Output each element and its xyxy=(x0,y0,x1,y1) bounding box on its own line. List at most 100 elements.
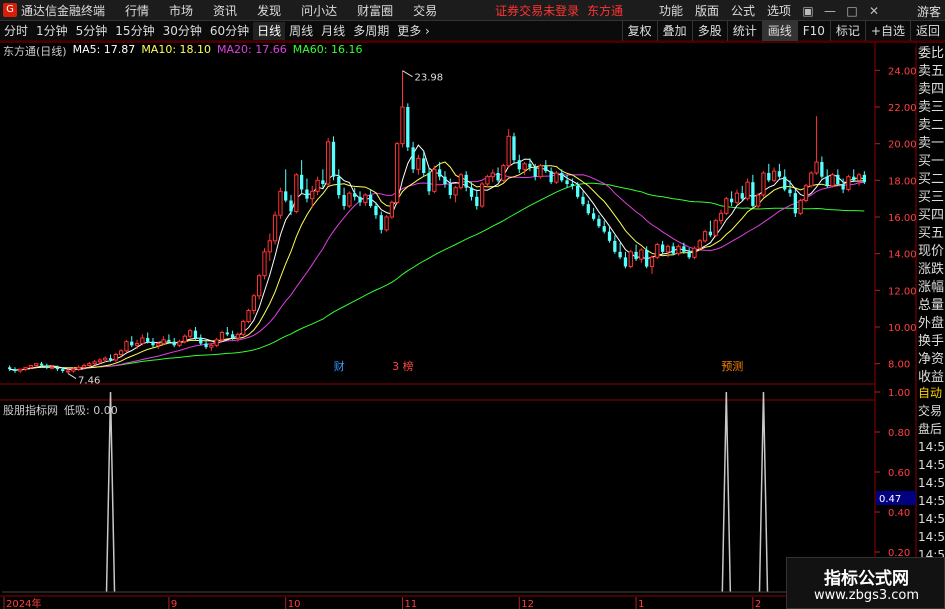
candle-body xyxy=(310,190,315,200)
side-trade-item[interactable]: 交易 xyxy=(918,402,945,420)
candle xyxy=(337,169,341,199)
price-tick-label: 24.00 xyxy=(888,66,917,77)
candle xyxy=(581,191,585,206)
event-marker: 预测 xyxy=(721,360,743,373)
event-marker: 3 榜 xyxy=(392,359,414,373)
high-label: 23.98 xyxy=(414,73,443,84)
candle xyxy=(628,250,633,269)
candle-body xyxy=(379,215,383,230)
candle-body xyxy=(326,141,331,185)
watermark-url: www.zbgs3.com xyxy=(813,588,920,603)
candle-body xyxy=(214,339,219,346)
candle xyxy=(809,171,814,188)
signal-spike xyxy=(758,391,769,593)
candle xyxy=(76,365,81,371)
price-tick-label: 12.00 xyxy=(888,286,917,297)
side-quote-item[interactable]: 现价 xyxy=(918,243,945,261)
side-quote-item[interactable]: 净资 xyxy=(918,351,945,369)
side-quote-item[interactable]: 买三 xyxy=(918,189,945,207)
side-quote-item[interactable]: 总量 xyxy=(918,297,945,315)
candle-body xyxy=(267,240,272,253)
side-quote-item[interactable]: 卖五 xyxy=(918,63,945,81)
candle-body xyxy=(522,163,527,170)
candle-body xyxy=(182,335,187,343)
candle-body xyxy=(729,198,734,203)
candle-body xyxy=(61,369,65,371)
candle-body xyxy=(623,257,628,267)
candle-body xyxy=(655,244,660,258)
candle-body xyxy=(469,187,474,197)
candle-body xyxy=(852,176,856,181)
candle-body xyxy=(427,173,431,192)
candle-body xyxy=(692,247,697,258)
side-quote-item[interactable]: 买二 xyxy=(918,171,945,189)
quote-side-panel: 委比 卖五 卖四 卖三 卖二 卖一 买一 买二 买三 买四 买五 现价 涨跌 涨幅 总量 外盘 换手 净资 收益 xyxy=(918,45,945,387)
candle-body xyxy=(55,367,60,370)
candle-body xyxy=(788,189,792,194)
side-quote-item[interactable]: 买四 xyxy=(918,207,945,225)
candle-body xyxy=(284,191,288,201)
candle xyxy=(406,103,410,151)
candle-body xyxy=(246,310,251,322)
candle xyxy=(193,327,198,340)
candle xyxy=(225,327,229,337)
candle-body xyxy=(204,343,208,348)
candle-body xyxy=(251,295,256,312)
side-quote-item[interactable]: 卖二 xyxy=(918,117,945,135)
candle-body xyxy=(485,176,490,185)
candle xyxy=(18,368,23,373)
indicator-name[interactable]: 股朋指标网 xyxy=(3,402,58,417)
candle-body xyxy=(18,368,23,372)
chart-canvas[interactable]: 24.0022.0020.0018.0016.0014.0012.0010.00… xyxy=(0,0,945,609)
candle-body xyxy=(411,147,415,170)
side-trade-item: 14:56 xyxy=(918,476,945,490)
candle xyxy=(363,193,368,206)
candle-body xyxy=(671,246,675,254)
side-trade-item[interactable]: 盘后 xyxy=(918,420,945,438)
ma5-line xyxy=(9,144,865,371)
candle-body xyxy=(803,185,809,201)
candle-body xyxy=(814,161,819,174)
candle-body xyxy=(167,339,171,342)
side-trade-item: 14:56 xyxy=(918,530,945,544)
candle xyxy=(485,174,490,188)
side-quote-item[interactable]: 涨幅 xyxy=(918,279,945,297)
side-quote-item[interactable]: 卖三 xyxy=(918,99,945,117)
candle xyxy=(305,178,309,203)
candle xyxy=(761,171,766,197)
candle-body xyxy=(618,251,622,258)
candle-body xyxy=(448,184,452,195)
candle-body xyxy=(645,250,649,267)
candle-body xyxy=(724,198,729,214)
candle xyxy=(389,200,395,219)
side-trade-item[interactable]: 自动 xyxy=(918,384,945,402)
side-quote-item[interactable]: 涨跌 xyxy=(918,261,945,279)
side-quote-item[interactable]: 卖一 xyxy=(918,135,945,153)
candle-body xyxy=(416,157,421,170)
candle-body xyxy=(708,231,713,236)
candle-body xyxy=(544,165,548,172)
side-quote-item[interactable]: 外盘 xyxy=(918,315,945,333)
side-quote-item[interactable]: 委比 xyxy=(918,45,945,63)
candle xyxy=(251,294,256,315)
side-quote-item[interactable]: 换手 xyxy=(918,333,945,351)
candle xyxy=(209,343,214,351)
candle xyxy=(846,174,851,192)
side-quote-item[interactable]: 买五 xyxy=(918,225,945,243)
side-quote-item[interactable]: 买一 xyxy=(918,153,945,171)
event-marker: 财 xyxy=(334,359,345,373)
candle-body xyxy=(809,172,814,187)
candle xyxy=(289,195,293,216)
candle xyxy=(639,248,644,263)
stock-chart-app: G 通达信金融终端 行情 市场 资讯 发现 问小达 财富圈 交易 证券交易未登录… xyxy=(0,0,945,609)
candle xyxy=(602,220,606,234)
candle-body xyxy=(156,343,161,346)
candle-body xyxy=(862,174,866,183)
candle-body xyxy=(28,365,34,368)
candle-body xyxy=(241,321,246,335)
side-quote-item[interactable]: 卖四 xyxy=(918,81,945,99)
candle xyxy=(219,330,225,342)
candle xyxy=(591,207,596,221)
candle xyxy=(783,169,787,192)
candle-body xyxy=(23,366,28,370)
